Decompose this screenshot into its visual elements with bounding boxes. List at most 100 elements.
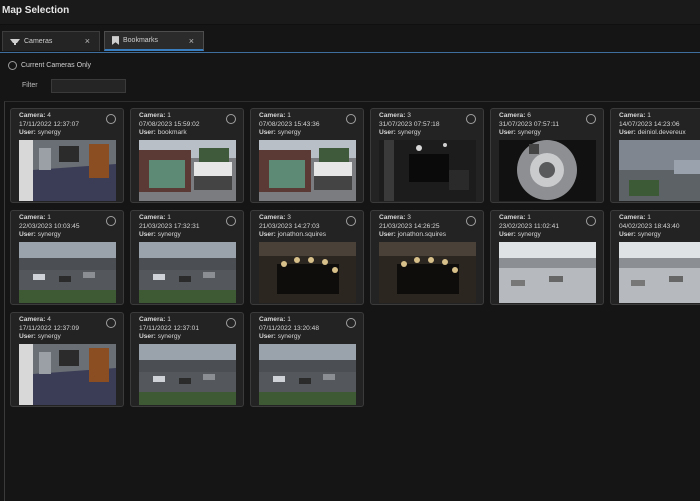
window-title: Map Selection	[2, 5, 70, 16]
current-cameras-only-option[interactable]: Current Cameras Only	[8, 61, 91, 70]
bookmark-info: Camera: 1 14/07/2023 14:23:06 User: deinio…	[619, 112, 686, 138]
camera-label: Camera:	[259, 214, 286, 221]
bookmark-select-radio[interactable]	[466, 216, 476, 226]
bookmark-select-radio[interactable]	[586, 114, 596, 124]
camera-number: 1	[647, 214, 651, 221]
close-icon[interactable]: ×	[189, 36, 194, 46]
current-cameras-only-radio[interactable]	[8, 61, 17, 70]
bookmark-card[interactable]: Camera: 1 21/03/2023 17:32:31 User: synerg…	[130, 210, 244, 305]
bookmark-card[interactable]: Camera: 4 17/11/2022 12:37:09 User: synerg…	[10, 312, 124, 407]
bookmark-datetime: 17/11/2022 12:37:09	[19, 324, 80, 332]
bookmark-select-radio[interactable]	[226, 216, 236, 226]
bookmark-datetime: 17/11/2022 12:37:07	[19, 120, 80, 128]
user-name: synergy	[37, 129, 61, 136]
camera-thumbnail[interactable]	[379, 242, 476, 303]
user-label: User:	[139, 231, 156, 238]
user-label: User:	[139, 333, 156, 340]
bookmark-grid: Camera: 4 17/11/2022 12:37:07 User: synerg…	[4, 101, 700, 501]
camera-thumbnail[interactable]	[499, 242, 596, 303]
bookmark-datetime: 23/02/2023 11:02:41	[499, 222, 560, 230]
camera-line: Camera: 3	[379, 112, 440, 121]
user-label: User:	[379, 231, 396, 238]
camera-thumbnail[interactable]	[619, 242, 700, 303]
user-name: synergy	[37, 231, 61, 238]
user-line: User: synergy	[19, 333, 79, 342]
camera-thumbnail[interactable]	[259, 242, 356, 303]
camera-thumbnail[interactable]	[259, 344, 356, 405]
bookmark-select-radio[interactable]	[466, 114, 476, 124]
bookmark-card[interactable]: Camera: 1 07/08/2023 15:59:02 User: bookma…	[130, 108, 244, 203]
camera-thumbnail[interactable]	[499, 140, 596, 201]
camera-label: Camera:	[379, 214, 406, 221]
user-line: User: synergy	[499, 129, 559, 138]
bookmark-card[interactable]: Camera: 6 31/07/2023 07:57:11 User: synerg…	[490, 108, 604, 203]
bookmark-info: Camera: 1 04/02/2023 18:43:40 User: synerg…	[619, 214, 680, 240]
camera-label: Camera:	[139, 214, 166, 221]
user-line: User: synergy	[19, 231, 80, 240]
camera-label: Camera:	[139, 112, 166, 119]
camera-thumbnail[interactable]	[139, 140, 236, 201]
camera-label: Camera:	[19, 316, 46, 323]
filter-input[interactable]	[51, 79, 126, 93]
bookmark-card[interactable]: Camera: 4 17/11/2022 12:37:07 User: synerg…	[10, 108, 124, 203]
user-line: User: synergy	[259, 129, 320, 138]
camera-number: 1	[167, 214, 171, 221]
bookmark-card[interactable]: Camera: 3 21/03/2023 14:26:25 User: jonath…	[370, 210, 484, 305]
bookmark-select-radio[interactable]	[106, 216, 116, 226]
camera-thumbnail[interactable]	[19, 140, 116, 201]
camera-line: Camera: 6	[499, 112, 559, 121]
camera-number: 1	[527, 214, 531, 221]
camera-thumbnail[interactable]	[379, 140, 476, 201]
bookmark-datetime: 14/07/2023 14:23:06	[619, 120, 680, 128]
bookmark-select-radio[interactable]	[226, 318, 236, 328]
user-line: User: synergy	[379, 129, 440, 138]
bookmark-card[interactable]: Camera: 1 22/03/2023 10:03:45 User: synerg…	[10, 210, 124, 305]
camera-label: Camera:	[19, 214, 46, 221]
bookmark-info: Camera: 1 17/11/2022 12:37:01 User: synerg…	[139, 316, 199, 342]
bookmark-card[interactable]: Camera: 1 23/02/2023 11:02:41 User: synerg…	[490, 210, 604, 305]
bookmark-info: Camera: 1 07/11/2022 13:20:48 User: synerg…	[259, 316, 319, 342]
bookmark-select-radio[interactable]	[586, 216, 596, 226]
user-name: synergy	[37, 333, 61, 340]
bookmark-datetime: 07/08/2023 15:43:36	[259, 120, 320, 128]
bookmark-select-radio[interactable]	[346, 114, 356, 124]
camera-number: 1	[167, 112, 171, 119]
bookmark-card[interactable]: Camera: 1 07/11/2022 13:20:48 User: synerg…	[250, 312, 364, 407]
bookmark-card[interactable]: Camera: 1 17/11/2022 12:37:01 User: synerg…	[130, 312, 244, 407]
camera-thumbnail[interactable]	[139, 344, 236, 405]
camera-thumbnail[interactable]	[619, 140, 700, 201]
close-icon[interactable]: ×	[85, 36, 90, 46]
bookmark-card[interactable]: Camera: 1 07/08/2023 15:43:36 User: synerg…	[250, 108, 364, 203]
user-name: jonathon.squires	[397, 231, 447, 238]
camera-thumbnail[interactable]	[19, 344, 116, 405]
bookmark-card[interactable]: Camera: 1 14/07/2023 14:23:06 User: deinio…	[610, 108, 700, 203]
bookmark-datetime: 17/11/2022 12:37:01	[139, 324, 200, 332]
camera-number: 1	[167, 316, 171, 323]
camera-line: Camera: 1	[499, 214, 559, 223]
bookmark-select-radio[interactable]	[106, 114, 116, 124]
user-line: User: synergy	[139, 333, 199, 342]
filter-label: Filter	[22, 82, 38, 89]
user-line: User: synergy	[259, 333, 319, 342]
user-label: User:	[259, 231, 276, 238]
bookmark-select-radio[interactable]	[346, 216, 356, 226]
title-bar: Map Selection	[0, 0, 700, 25]
bookmark-card[interactable]: Camera: 3 31/07/2023 07:57:18 User: synerg…	[370, 108, 484, 203]
tab-bookmarks[interactable]: Bookmarks ×	[104, 31, 204, 51]
bookmark-select-radio[interactable]	[106, 318, 116, 328]
bookmark-card[interactable]: Camera: 1 04/02/2023 18:43:40 User: synerg…	[610, 210, 700, 305]
user-line: User: synergy	[139, 231, 200, 240]
camera-line: Camera: 1	[19, 214, 80, 223]
bookmark-info: Camera: 6 31/07/2023 07:57:11 User: synerg…	[499, 112, 559, 138]
user-line: User: deiniol.devereux	[619, 129, 686, 138]
bookmark-select-radio[interactable]	[346, 318, 356, 328]
camera-thumbnail[interactable]	[259, 140, 356, 201]
camera-number: 4	[47, 316, 51, 323]
bookmark-card[interactable]: Camera: 3 21/03/2023 14:27:03 User: jonath…	[250, 210, 364, 305]
tab-cameras[interactable]: Cameras ×	[2, 31, 100, 51]
camera-label: Camera:	[259, 112, 286, 119]
camera-thumbnail[interactable]	[139, 242, 236, 303]
camera-thumbnail[interactable]	[19, 242, 116, 303]
bookmark-select-radio[interactable]	[226, 114, 236, 124]
tab-strip: Cameras × Bookmarks ×	[0, 30, 700, 53]
